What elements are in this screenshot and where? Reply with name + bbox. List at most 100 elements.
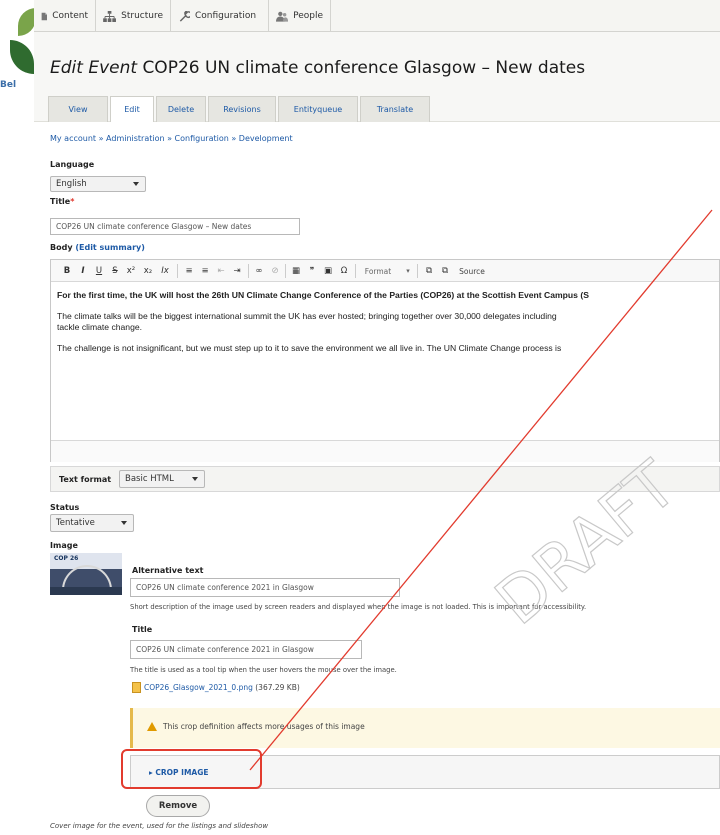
title-label: Title* <box>50 197 74 206</box>
tab-delete[interactable]: Delete <box>156 96 206 122</box>
toolbar-item-label: Content <box>52 11 88 21</box>
chevron-down-icon <box>133 182 139 186</box>
text-format-select[interactable]: Basic HTML <box>119 470 205 488</box>
text-format-bar: Text format Basic HTML <box>50 466 720 492</box>
page-title: Edit Event COP26 UN climate conference G… <box>50 58 585 78</box>
title-label-text: Title <box>50 197 71 206</box>
alt-text-description: Short description of the image used by s… <box>130 603 587 611</box>
sitemap-icon <box>103 10 116 22</box>
toolbar-item-label: Configuration <box>195 11 257 21</box>
toolbar-item-label: Structure <box>121 11 163 21</box>
tab-view[interactable]: View <box>48 96 108 122</box>
toolbar-item-configuration[interactable]: Configuration <box>171 0 269 32</box>
edit-summary-link[interactable]: Edit summary <box>79 243 141 252</box>
toolbar-separator <box>417 264 418 278</box>
file-size: (367.29 KB) <box>255 683 300 692</box>
body-label-text: Body <box>50 243 73 252</box>
body-paragraph: The challenge is not insignificant, but … <box>57 343 562 353</box>
toolbar-separator <box>285 264 286 278</box>
chevron-down-icon <box>192 477 198 481</box>
paste-word-button[interactable]: ⧉ <box>439 264 451 278</box>
site-logo: Bel <box>0 0 36 120</box>
strikethrough-button[interactable]: S <box>109 264 121 278</box>
unlink-button[interactable]: ⊘ <box>269 264 281 278</box>
toolbar-separator <box>355 264 356 278</box>
file-info: COP26_Glasgow_2021_0.png (367.29 KB) <box>144 683 300 692</box>
underline-button[interactable]: U <box>93 264 105 278</box>
paste-text-button[interactable]: ⧉ <box>423 264 435 278</box>
status-value: Tentative <box>56 518 95 528</box>
status-select[interactable]: Tentative <box>50 514 134 532</box>
title-field[interactable]: COP26 UN climate conference Glasgow – Ne… <box>50 218 300 235</box>
table-button[interactable]: ▦ <box>290 264 302 278</box>
crop-image-highlight <box>121 749 262 789</box>
bulleted-list-button[interactable]: ≡ <box>183 264 195 278</box>
tab-revisions[interactable]: Revisions <box>208 96 276 122</box>
body-label: Body (Edit summary) <box>50 243 145 252</box>
body-paragraph: The climate talks will be the biggest in… <box>57 311 557 321</box>
alt-text-field[interactable]: COP26 UN climate conference 2021 in Glas… <box>130 578 400 597</box>
toolbar-item-structure[interactable]: Structure <box>96 0 171 32</box>
logo-text: Bel <box>0 80 17 90</box>
format-dropdown-icon[interactable]: ▾ <box>403 264 413 278</box>
file-link[interactable]: COP26_Glasgow_2021_0.png <box>144 683 253 692</box>
admin-toolbar: Content Structure Configuration People <box>34 0 720 32</box>
link-button[interactable]: ∞ <box>253 264 265 278</box>
image-thumbnail[interactable]: COP 26 <box>50 553 122 595</box>
alt-text-label: Alternative text <box>132 566 204 575</box>
editor-toolbar: B I U S x² x₂ Ix ≡ ≡ ⇤ ⇥ ∞ ⊘ ▦ ❞ ▣ Ω For… <box>51 260 719 282</box>
subscript-button[interactable]: x₂ <box>141 264 155 278</box>
body-editor[interactable]: B I U S x² x₂ Ix ≡ ≡ ⇤ ⇥ ∞ ⊘ ▦ ❞ ▣ Ω For… <box>50 259 720 462</box>
tab-translate[interactable]: Translate <box>360 96 430 122</box>
tab-edit[interactable]: Edit <box>110 96 154 122</box>
image-file-icon <box>132 682 141 693</box>
image-title-label: Title <box>132 625 153 634</box>
warning-text: This crop definition affects more usages… <box>163 722 365 731</box>
status-label: Status <box>50 503 80 512</box>
indent-button[interactable]: ⇥ <box>231 264 243 278</box>
bold-button[interactable]: B <box>61 264 73 278</box>
toolbar-item-label: People <box>293 11 323 21</box>
remove-button[interactable]: Remove <box>146 795 210 817</box>
superscript-button[interactable]: x² <box>124 264 138 278</box>
toolbar-item-content[interactable]: Content <box>34 0 96 32</box>
special-character-button[interactable]: Ω <box>338 264 350 278</box>
editor-content[interactable]: For the first time, the UK will host the… <box>57 290 720 364</box>
body-paragraph: For the first time, the UK will host the… <box>57 290 589 300</box>
toolbar-item-people[interactable]: People <box>269 0 331 32</box>
logo-leaf-dark <box>10 40 34 74</box>
numbered-list-button[interactable]: ≡ <box>199 264 211 278</box>
document-icon <box>41 12 48 20</box>
format-select[interactable]: Format <box>361 264 395 278</box>
image-label: Image <box>50 541 78 550</box>
primary-tabs: View Edit Delete Revisions Entityqueue T… <box>48 96 432 122</box>
river <box>50 587 122 595</box>
image-title-field[interactable]: COP26 UN climate conference 2021 in Glas… <box>130 640 362 659</box>
page-title-text: COP26 UN climate conference Glasgow – Ne… <box>142 58 586 78</box>
breadcrumb[interactable]: My account » Administration » Configurat… <box>50 134 293 143</box>
language-value: English <box>56 179 87 189</box>
people-icon <box>276 11 289 22</box>
text-format-label: Text format <box>59 475 112 484</box>
image-title-description: The title is used as a tool tip when the… <box>130 666 397 674</box>
editor-footer <box>51 440 719 462</box>
wrench-icon <box>179 10 190 22</box>
chevron-down-icon <box>121 521 127 525</box>
text-format-value: Basic HTML <box>125 474 174 484</box>
thumbnail-text: COP 26 <box>54 555 79 562</box>
edit-summary-close: ) <box>141 243 145 252</box>
language-select[interactable]: English <box>50 176 146 192</box>
page-title-prefix: Edit Event <box>50 58 138 78</box>
remove-format-button[interactable]: Ix <box>158 264 172 278</box>
toolbar-separator <box>177 264 178 278</box>
tab-entityqueue[interactable]: Entityqueue <box>278 96 358 122</box>
outdent-button[interactable]: ⇤ <box>215 264 227 278</box>
italic-button[interactable]: I <box>77 264 89 278</box>
image-button[interactable]: ▣ <box>322 264 334 278</box>
source-button[interactable]: Source <box>455 264 489 278</box>
required-mark: * <box>70 197 75 206</box>
body-paragraph: tackle climate change. <box>57 322 143 332</box>
toolbar-separator <box>248 264 249 278</box>
blockquote-button[interactable]: ❞ <box>306 264 318 278</box>
language-label: Language <box>50 160 95 169</box>
